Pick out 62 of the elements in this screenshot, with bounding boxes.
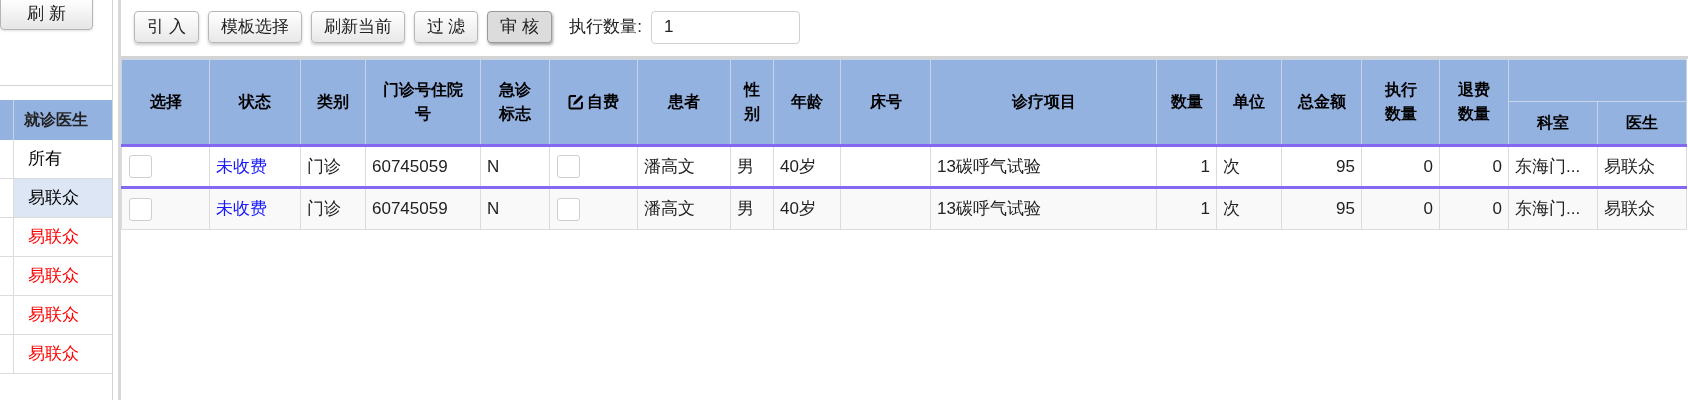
table-cell: 0 <box>1423 156 1433 176</box>
table-cell: N <box>487 199 500 219</box>
table-cell: 次 <box>1223 156 1240 176</box>
column-header: 医生 <box>1597 101 1687 146</box>
column-header: 数量 <box>1156 59 1217 146</box>
column-header: 急诊标志 <box>480 59 550 146</box>
column-header: 状态 <box>209 59 301 146</box>
table-cell: 1 <box>1200 199 1210 219</box>
column-header: 选择 <box>121 59 210 146</box>
doctor-list-item[interactable]: 易联众 <box>14 179 112 217</box>
table-cell: 40岁 <box>780 156 816 176</box>
table-cell: N <box>487 156 500 176</box>
table-cell: 40岁 <box>780 199 816 219</box>
column-header: 执行数量 <box>1361 59 1440 146</box>
table-cell: 男 <box>737 156 754 176</box>
toolbar-button[interactable]: 审 核 <box>487 11 553 43</box>
checkbox[interactable] <box>129 155 152 178</box>
refresh-button[interactable]: 刷 新 <box>0 0 93 30</box>
field-label: 执行数量: <box>569 16 642 39</box>
table-cell: 0 <box>1423 199 1433 219</box>
table-cell: 0 <box>1492 199 1502 219</box>
column-header: 科室 <box>1508 101 1598 146</box>
table-cell: 东海门... <box>1515 156 1581 176</box>
count-input[interactable]: 1 <box>650 10 800 44</box>
table-cell: 95 <box>1336 199 1355 219</box>
table-cell: 13碳呼气试验 <box>937 199 1041 219</box>
toolbar-button[interactable]: 过 滤 <box>413 11 479 43</box>
column-header: 单位 <box>1216 59 1282 146</box>
table-cell: 13碳呼气试验 <box>937 156 1041 176</box>
table-cell: 易联众 <box>1604 156 1655 176</box>
column-header: 类别 <box>300 59 366 146</box>
table-cell: 60745059 <box>372 199 448 219</box>
table-cell: 95 <box>1336 156 1355 176</box>
checkbox[interactable] <box>557 197 580 221</box>
table-cell: 潘高文 <box>644 156 695 176</box>
table-cell: 门诊 <box>307 156 341 176</box>
toolbar-button[interactable]: 模板选择 <box>207 11 302 43</box>
checkbox[interactable] <box>129 197 152 221</box>
column-header: 门诊号住院号 <box>365 59 481 146</box>
status-link[interactable]: 未收费 <box>216 156 267 176</box>
column-header: 自费 <box>549 59 638 146</box>
column-header: 床号 <box>840 59 931 146</box>
column-header: 总金额 <box>1281 59 1362 146</box>
table-cell: 门诊 <box>307 199 341 219</box>
table-cell: 次 <box>1223 199 1240 219</box>
table-cell: 易联众 <box>1604 199 1655 219</box>
checkbox[interactable] <box>557 155 580 178</box>
table-cell: 潘高文 <box>644 199 695 219</box>
column-header: 就诊医生 <box>23 110 89 130</box>
table-cell: 0 <box>1492 156 1502 176</box>
column-header: 退费数量 <box>1439 59 1509 146</box>
status-link[interactable]: 未收费 <box>216 199 267 219</box>
column-header: 诊疗项目 <box>930 59 1157 146</box>
table-cell: 东海门... <box>1515 199 1581 219</box>
toolbar-button[interactable]: 引 入 <box>134 11 199 43</box>
toolbar-button[interactable]: 刷新当前 <box>310 11 405 43</box>
column-header: 性别 <box>730 59 774 146</box>
table-cell: 1 <box>1200 156 1210 176</box>
table-cell: 男 <box>737 199 754 219</box>
table-cell: 60745059 <box>372 156 448 176</box>
column-header: 患者 <box>637 59 731 146</box>
column-header: 年龄 <box>773 59 841 146</box>
